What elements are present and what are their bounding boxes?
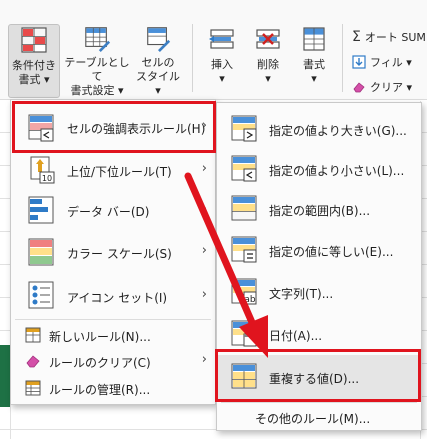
greater-than-icon (231, 115, 257, 142)
fill-label: フィル ▾ (370, 56, 412, 69)
highlight-box-duplicate-values (215, 349, 421, 402)
submenu-arrow-icon: › (201, 243, 207, 258)
more-rules-label: その他のルール(M)... (255, 412, 371, 426)
manage-rules-icon (25, 380, 41, 396)
submenu-item-text-contains[interactable]: ab 文字列(T)... (217, 271, 421, 313)
between-icon (231, 195, 257, 221)
equal-to-label: 指定の値に等しい(E)... (269, 245, 394, 259)
delete-dropdown-arrow: ▾ (265, 72, 271, 85)
menu-item-data-bars[interactable]: データ バー(D) › (11, 189, 215, 231)
menu-item-icon-sets[interactable]: アイコン セット(I) › (11, 273, 215, 317)
insert-button[interactable]: 挿入 ▾ (200, 24, 244, 98)
delete-button[interactable]: 削除 ▾ (246, 24, 290, 98)
equal-to-icon (231, 236, 257, 263)
greater-than-label: 指定の値より大きい(G)... (269, 124, 407, 138)
less-than-label: 指定の値より小さい(L)... (269, 164, 405, 178)
delete-cells-icon (256, 29, 280, 49)
format-dropdown-arrow: ▾ (311, 72, 317, 85)
submenu-item-greater-than[interactable]: 指定の値より大きい(G)... (217, 109, 421, 149)
data-bars-icon (28, 196, 54, 224)
autosum-button[interactable]: Σ オート SUM (352, 28, 426, 46)
submenu-item-more-rules[interactable]: その他のルール(M)... (217, 404, 421, 430)
menu-item-manage-rules[interactable]: ルールの管理(R)... (11, 374, 215, 402)
clear-rules-icon (26, 355, 40, 368)
format-button[interactable]: 書式 ▾ (292, 24, 336, 98)
menu-item-color-scales[interactable]: カラー スケール(S) › (11, 231, 215, 273)
ribbon-separator (342, 24, 343, 92)
format-label: 書式 (303, 58, 325, 71)
submenu-arrow-icon: › (201, 352, 207, 367)
cell-styles-icon (147, 27, 171, 52)
cell-styles-button[interactable]: セルの スタイル ▾ (132, 24, 184, 98)
text-contains-icon: ab (231, 278, 257, 305)
text-contains-label: 文字列(T)... (269, 287, 334, 301)
clear-button[interactable]: クリア ▾ (352, 78, 412, 96)
format-as-table-button[interactable]: テーブルとして 書式設定 ▾ (62, 24, 132, 98)
top-bottom-rules-icon: 10 (30, 156, 55, 184)
date-occurring-label: 日付(A)... (269, 329, 323, 343)
insert-label: 挿入 (211, 58, 233, 71)
format-cells-icon (303, 27, 325, 51)
menu-item-top-bottom-rules[interactable]: 10 上位/下位ルール(T) › (11, 152, 215, 189)
submenu-arrow-icon: › (201, 161, 207, 176)
menu-item-new-rule[interactable]: 新しいルール(N)... (11, 322, 215, 348)
menu-separator (15, 319, 211, 320)
new-rule-label: 新しいルール(N)... (49, 330, 151, 344)
sigma-icon: Σ (352, 29, 361, 45)
submenu-item-between[interactable]: 指定の範囲内(B)... (217, 189, 421, 229)
cell-style-label-1: セルの (141, 56, 175, 69)
submenu-item-less-than[interactable]: 指定の値より小さい(L)... (217, 149, 421, 189)
color-scales-label: カラー スケール(S) (67, 247, 172, 261)
manage-rules-label: ルールの管理(R)... (49, 383, 151, 397)
format-as-table-icon (85, 27, 111, 52)
clear-rules-label: ルールのクリア(C) (49, 356, 151, 370)
icon-sets-icon (28, 281, 54, 309)
data-bars-label: データ バー(D) (67, 205, 150, 219)
fill-down-icon (352, 55, 366, 69)
delete-label: 削除 (257, 58, 279, 71)
less-than-icon (231, 155, 257, 182)
top-bottom-rules-label: 上位/下位ルール(T) (67, 165, 172, 179)
submenu-arrow-icon: › (201, 287, 207, 302)
eraser-icon (353, 82, 365, 93)
cond-format-label-1: 条件付き (12, 59, 56, 72)
table-format-label-1: テーブルとして (64, 56, 130, 83)
icon-sets-label: アイコン セット(I) (67, 291, 168, 305)
ribbon: 条件付き 書式 ▾ テーブルとして 書式設定 ▾ セルの スタイル ▾ 挿入 ▾… (0, 0, 427, 100)
submenu-item-equal-to[interactable]: 指定の値に等しい(E)... (217, 229, 421, 271)
table-format-label-2: 書式設定 ▾ (70, 84, 124, 97)
menu-separator (221, 402, 417, 403)
menu-item-clear-rules[interactable]: ルールのクリア(C) › (11, 348, 215, 374)
fill-button[interactable]: フィル ▾ (352, 53, 412, 71)
between-label: 指定の範囲内(B)... (269, 204, 371, 218)
svg-text:10: 10 (42, 174, 52, 183)
conditional-formatting-button[interactable]: 条件付き 書式 ▾ (8, 24, 60, 98)
submenu-arrow-icon: › (201, 201, 207, 216)
autosum-label: オート SUM (364, 31, 426, 44)
insert-cells-icon (209, 29, 234, 49)
svg-text:ab: ab (244, 295, 256, 305)
new-rule-icon (25, 327, 41, 343)
highlight-box-highlight-rules (12, 101, 216, 153)
cell-style-label-2: スタイル ▾ (136, 70, 180, 97)
date-occurring-icon (231, 320, 257, 347)
cond-format-label-2: 書式 ▾ (18, 73, 50, 86)
conditional-formatting-icon (21, 27, 47, 53)
color-scales-icon (28, 238, 54, 266)
insert-dropdown-arrow: ▾ (219, 72, 225, 85)
selected-cell-marker (0, 345, 10, 407)
ribbon-separator (192, 24, 193, 92)
clear-label: クリア ▾ (370, 81, 413, 94)
